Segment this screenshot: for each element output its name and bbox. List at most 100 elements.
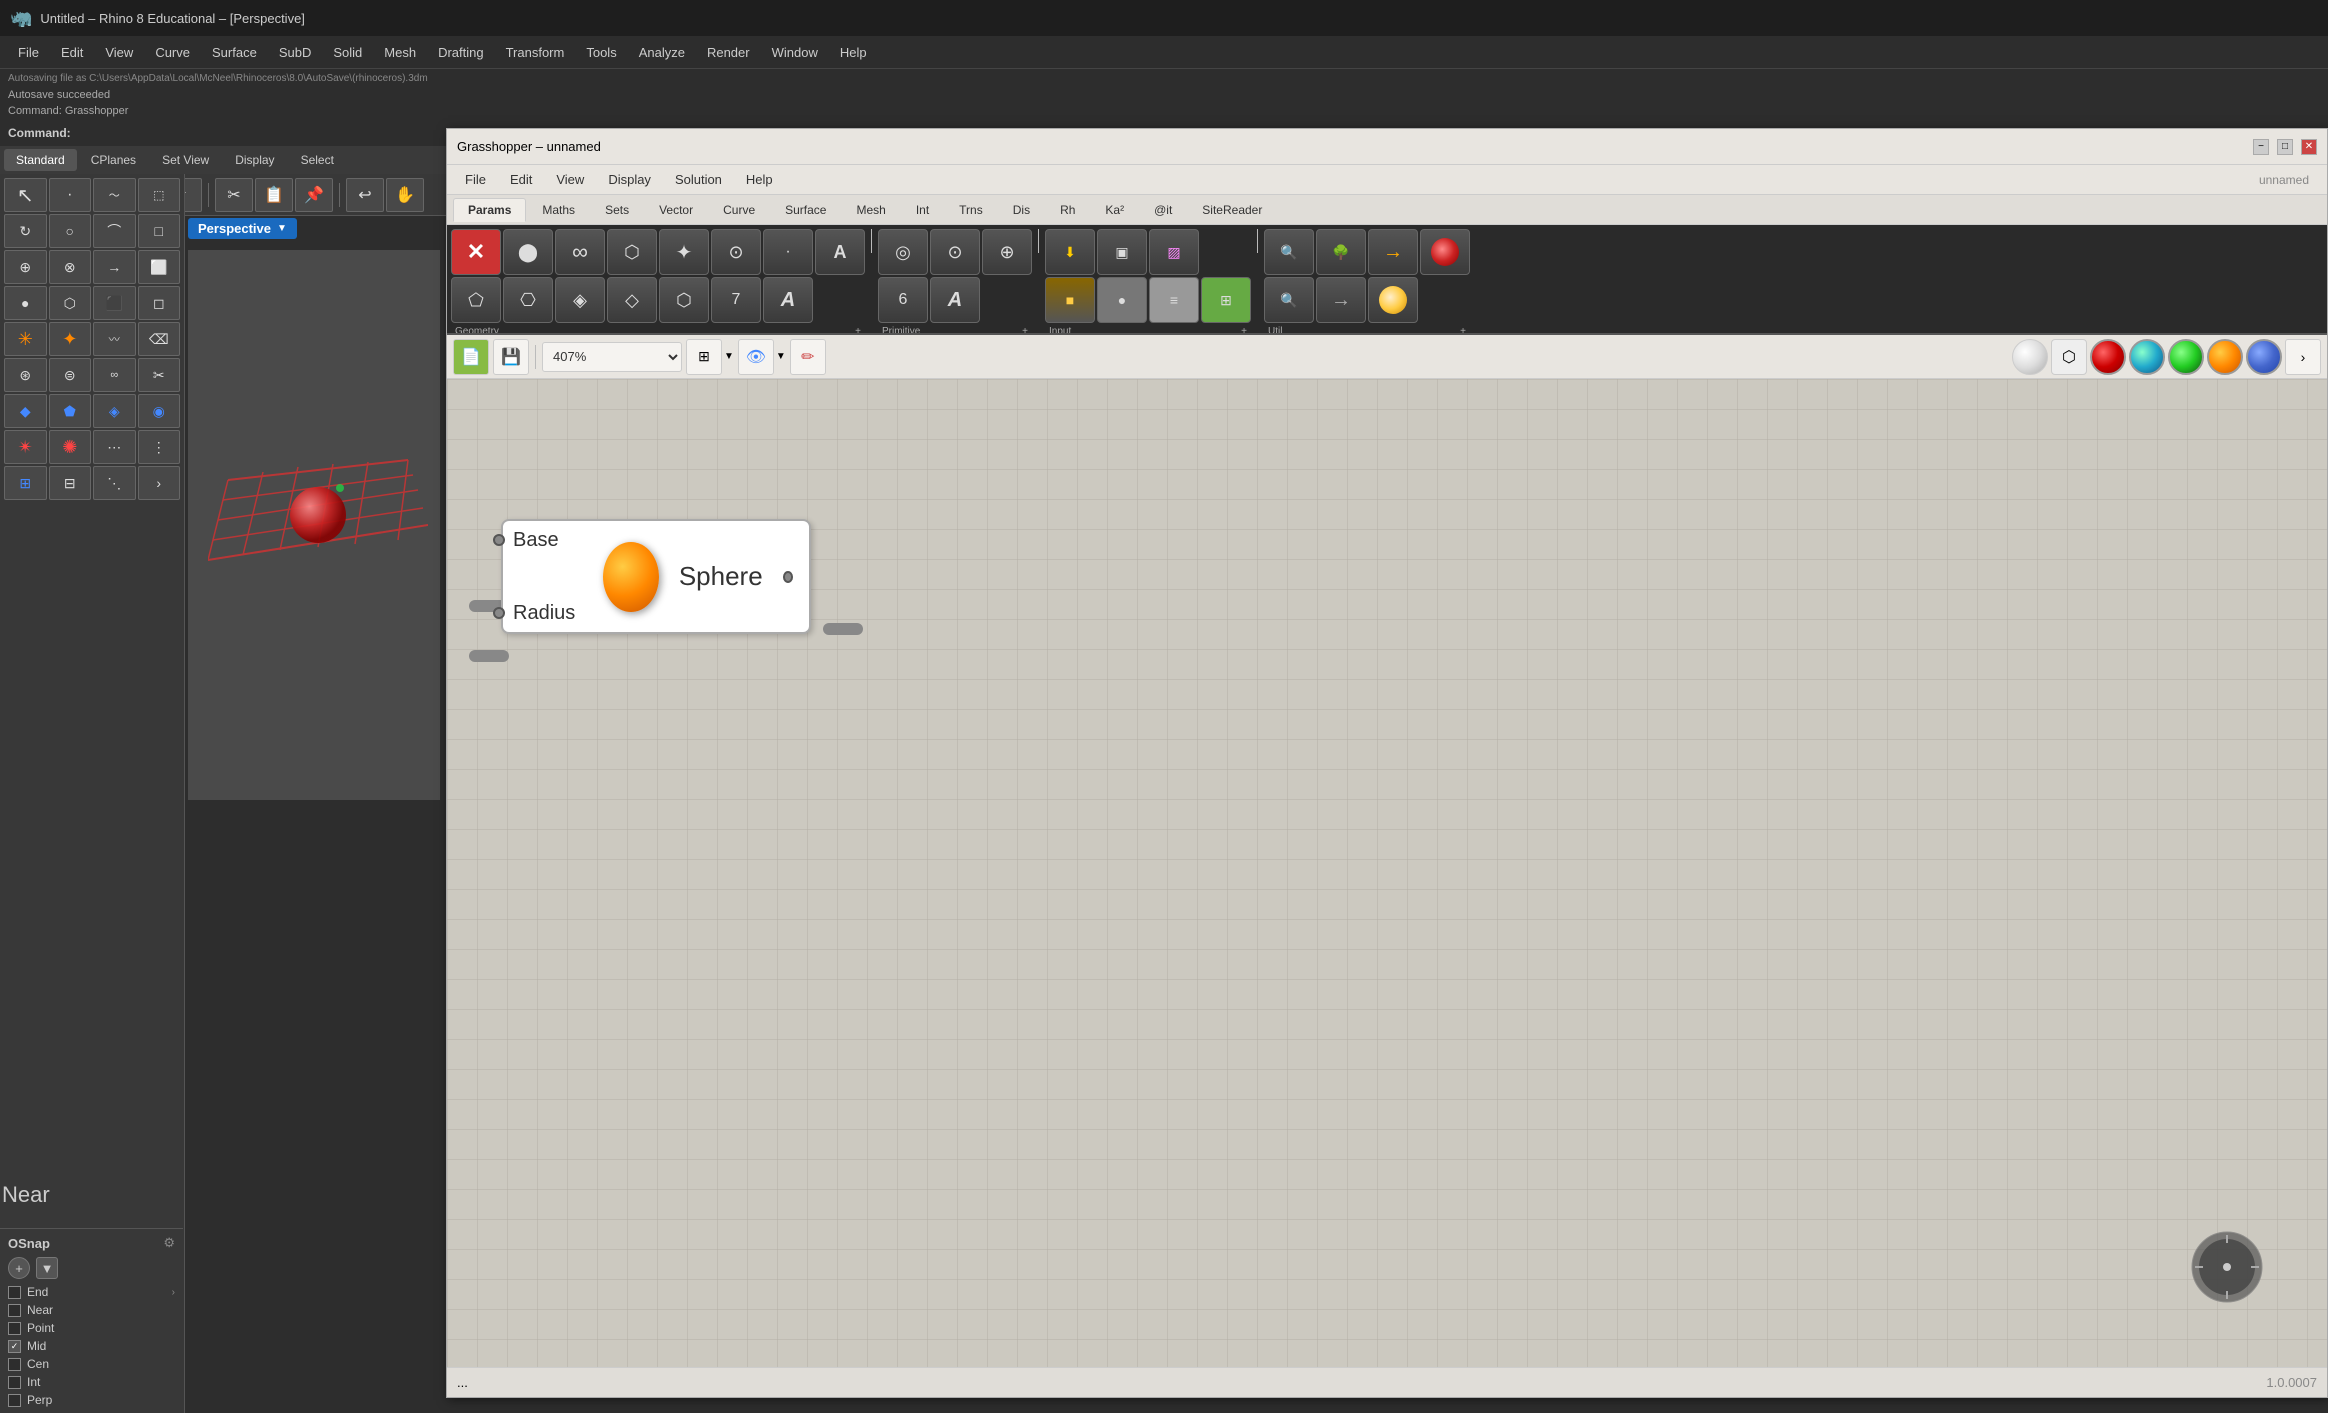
box-tool[interactable]: ⬛ [93, 286, 136, 320]
match-tool[interactable]: ⊜ [49, 358, 92, 392]
more-tool[interactable]: › [138, 466, 181, 500]
osnap-filter-btn[interactable]: ▼ [36, 1257, 58, 1279]
box-select-tool[interactable]: ⬚ [138, 178, 181, 212]
gh-tab-curve[interactable]: Curve [709, 199, 769, 221]
menu-file[interactable]: File [8, 41, 49, 64]
gh-menu-file[interactable]: File [455, 169, 496, 190]
comp-dot-btn[interactable]: · [763, 229, 813, 275]
input-p6-btn[interactable]: ≡ [1149, 277, 1199, 323]
menu-view[interactable]: View [95, 41, 143, 64]
menu-drafting[interactable]: Drafting [428, 41, 494, 64]
osnap-int-checkbox[interactable] [8, 1376, 21, 1389]
cut-button[interactable]: ✂ [215, 178, 253, 212]
circle-tool[interactable]: ○ [49, 214, 92, 248]
comp-twist-btn[interactable]: ∞ [555, 229, 605, 275]
sphere-green-btn[interactable] [2168, 339, 2204, 375]
input-p4-btn[interactable]: ■ [1045, 277, 1095, 323]
tab-setview[interactable]: Set View [150, 149, 221, 171]
gh-canvas[interactable]: Base Radius Sphere [447, 379, 2327, 1367]
gh-tab-at[interactable]: @it [1140, 199, 1186, 221]
osnap-point-checkbox[interactable] [8, 1322, 21, 1335]
input-expand[interactable]: + [1241, 326, 1247, 335]
gh-tab-maths[interactable]: Maths [528, 199, 589, 221]
gh-tab-sitereader[interactable]: SiteReader [1188, 199, 1276, 221]
input-p7-btn[interactable]: ⊞ [1201, 277, 1251, 323]
sphere-node[interactable]: Base Radius Sphere [501, 519, 811, 634]
tool4[interactable]: ⋮ [138, 430, 181, 464]
comp-p1-btn[interactable]: ⬠ [451, 277, 501, 323]
viewport-label[interactable]: Perspective ▼ [188, 218, 297, 239]
array-tool[interactable]: ⋱ [93, 466, 136, 500]
gh-tab-int[interactable]: Int [902, 199, 943, 221]
menu-curve[interactable]: Curve [145, 41, 200, 64]
trim-tool[interactable]: ✂ [138, 358, 181, 392]
curve-tool[interactable]: 〜 [93, 178, 136, 212]
offset-tool[interactable]: 〰 [93, 322, 136, 356]
menu-analyze[interactable]: Analyze [629, 41, 695, 64]
input-p5-btn[interactable]: ● [1097, 277, 1147, 323]
osnap-cen-checkbox[interactable] [8, 1358, 21, 1371]
sphere-connector-right[interactable] [783, 571, 793, 583]
gh-tab-surface[interactable]: Surface [771, 199, 840, 221]
menu-mesh[interactable]: Mesh [374, 41, 426, 64]
menu-window[interactable]: Window [762, 41, 828, 64]
input-p1-btn[interactable]: ⬇ [1045, 229, 1095, 275]
util-expand[interactable]: + [1460, 326, 1466, 335]
sphere-orange-btn[interactable] [2207, 339, 2243, 375]
menu-transform[interactable]: Transform [496, 41, 575, 64]
prim-p2-btn[interactable]: ⊙ [930, 229, 980, 275]
prim-p5-btn[interactable]: A [930, 277, 980, 323]
menu-solid[interactable]: Solid [323, 41, 372, 64]
util-p1-btn[interactable]: 🔍 [1264, 229, 1314, 275]
comp-p2-btn[interactable]: ⎔ [503, 277, 553, 323]
comp-x-btn[interactable]: ✕ [451, 229, 501, 275]
util-p2-btn[interactable]: 🌳 [1316, 229, 1366, 275]
select-tool[interactable]: ↖ [4, 178, 47, 212]
preview-btn[interactable]: 👁 [738, 339, 774, 375]
point-tool[interactable]: · [49, 178, 92, 212]
dim-tool[interactable]: ⊞ [4, 466, 47, 500]
align-tool[interactable]: ⊟ [49, 466, 92, 500]
geometry-expand[interactable]: + [855, 326, 861, 335]
sphere-tool[interactable]: ● [4, 286, 47, 320]
fit-dropdown[interactable]: ▼ [724, 351, 734, 362]
gh-save-btn[interactable]: 💾 [493, 339, 529, 375]
gh-tab-vector[interactable]: Vector [645, 199, 707, 221]
rotate-tool[interactable]: ↻ [4, 214, 47, 248]
fit-view-btn[interactable]: ⊞ [686, 339, 722, 375]
snap-tool[interactable]: ⊕ [4, 250, 47, 284]
util-p4-btn[interactable] [1420, 229, 1470, 275]
tab-cplanes[interactable]: CPlanes [79, 149, 148, 171]
tab-standard[interactable]: Standard [4, 149, 77, 171]
undo-button[interactable]: ↩ [346, 178, 384, 212]
snap4-tool[interactable]: ✺ [49, 430, 92, 464]
menu-help[interactable]: Help [830, 41, 877, 64]
osnap-near-checkbox[interactable] [8, 1304, 21, 1317]
gh-tab-rh[interactable]: Rh [1046, 199, 1089, 221]
primitive-expand[interactable]: + [1022, 326, 1028, 335]
util-p3-btn[interactable]: → [1368, 229, 1418, 275]
tab-display[interactable]: Display [223, 149, 286, 171]
gh-minimize-btn[interactable]: − [2253, 139, 2269, 155]
comp-p3-btn[interactable]: ◈ [555, 277, 605, 323]
base-connector-left[interactable] [493, 534, 505, 546]
util-p7-btn[interactable] [1368, 277, 1418, 323]
sphere-white-btn[interactable] [2012, 339, 2048, 375]
comp-cube-btn[interactable]: ⬡ [607, 229, 657, 275]
sphere-blue-btn[interactable] [2246, 339, 2282, 375]
viewport-dropdown-icon[interactable]: ▼ [277, 223, 287, 234]
gh-tab-ka[interactable]: Ka² [1091, 199, 1138, 221]
pipe2-tool[interactable]: ⬟ [49, 394, 92, 428]
pipe-tool[interactable]: ⌫ [138, 322, 181, 356]
menu-edit[interactable]: Edit [51, 41, 93, 64]
gh-tab-params[interactable]: Params [453, 198, 526, 222]
comp-p7-btn[interactable]: A [763, 277, 813, 323]
gh-close-btn[interactable]: ✕ [2301, 139, 2317, 155]
gh-menu-view[interactable]: View [546, 169, 594, 190]
comp-p4-btn[interactable]: ◇ [607, 277, 657, 323]
pan-button[interactable]: ✋ [386, 178, 424, 212]
tab-select[interactable]: Select [289, 149, 346, 171]
input-p2-btn[interactable]: ▣ [1097, 229, 1147, 275]
gh-new-btn[interactable]: 📄 [453, 339, 489, 375]
extend-tool[interactable]: ∞ [93, 358, 136, 392]
